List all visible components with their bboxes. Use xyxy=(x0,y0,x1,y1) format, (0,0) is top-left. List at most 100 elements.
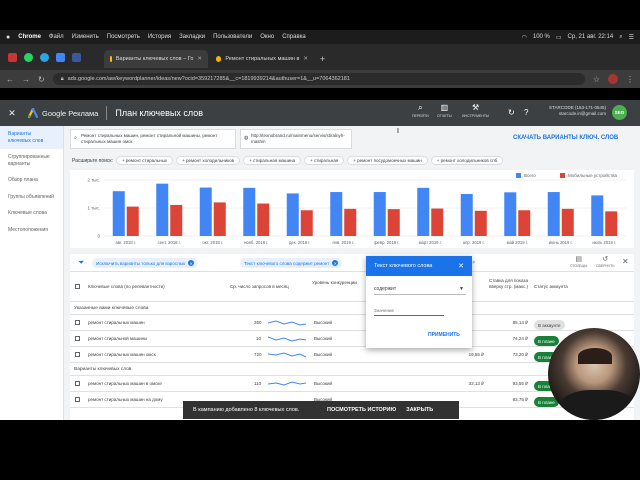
row-checkbox[interactable] xyxy=(75,397,80,402)
bar-total[interactable] xyxy=(417,187,430,236)
suggestion-chip[interactable]: + ремонт посудомоечных машин xyxy=(347,156,428,165)
reports-button[interactable]: ▥ ОТЧЕТЫ xyxy=(437,103,452,118)
close-tab-icon[interactable]: ✕ xyxy=(197,56,202,62)
help-icon[interactable]: ? xyxy=(524,108,528,117)
tab-repair-site[interactable]: Ремонт стиральных машин в ✕ xyxy=(210,50,314,68)
profile-avatar[interactable] xyxy=(608,74,618,84)
row-checkbox[interactable] xyxy=(75,336,80,341)
battery-label[interactable]: 100 % xyxy=(533,34,550,40)
close-icon[interactable]: ✕ xyxy=(0,108,24,119)
bar-total[interactable] xyxy=(112,191,125,236)
forward-icon[interactable]: → xyxy=(22,75,30,84)
close-snackbar-button[interactable]: ЗАКРЫТЬ xyxy=(406,407,433,413)
row-checkbox[interactable] xyxy=(75,352,80,357)
bar-mobile[interactable] xyxy=(213,202,226,236)
bar-total[interactable] xyxy=(199,187,212,236)
row-checkbox[interactable] xyxy=(75,320,80,325)
bar-total[interactable] xyxy=(504,192,517,236)
refresh-icon[interactable]: ↻ xyxy=(508,108,515,117)
bar-total[interactable] xyxy=(286,193,299,236)
filter-icon[interactable]: ⏷ xyxy=(78,258,84,268)
clock[interactable]: Ср, 21 авг. 22:14 xyxy=(568,34,614,40)
star-icon[interactable]: ☆ xyxy=(593,75,600,84)
wifi-icon[interactable]: ◠ xyxy=(522,34,527,41)
collapse-button[interactable]: ↺ СВЕРНУТЬ xyxy=(596,256,615,268)
keywords-search-box[interactable]: ⌕ Ремонт стиральных машин, ремонт стирал… xyxy=(70,129,236,149)
apple-icon[interactable]: ● xyxy=(6,34,10,41)
bar-mobile[interactable] xyxy=(474,210,487,236)
menu-list-icon[interactable]: ☰ xyxy=(629,34,634,41)
account-info[interactable]: STARCODE (153-171-0545) starcode.in@gmai… xyxy=(540,105,606,117)
go-to-button[interactable]: ⌕ ПЕРЕЙТИ xyxy=(412,103,429,118)
operator-select[interactable]: содержит ▼ xyxy=(374,286,466,295)
sidebar-item-locations[interactable]: Местоположения xyxy=(0,222,63,239)
menu-window[interactable]: Окно xyxy=(260,34,274,40)
col-keyword[interactable]: Ключевые слова (по релевантности) xyxy=(88,284,165,290)
new-tab-icon[interactable]: + xyxy=(320,54,325,64)
more-icon[interactable]: ⋮ xyxy=(626,75,634,84)
sidebar-item-keywords[interactable]: Ключевые слова xyxy=(0,205,63,222)
menu-edit[interactable]: Изменить xyxy=(72,34,99,40)
whatsapp-icon[interactable] xyxy=(24,53,33,62)
suggestion-chip[interactable]: + стиральная машина xyxy=(243,156,302,165)
menu-view[interactable]: Посмотреть xyxy=(107,34,140,40)
reload-icon[interactable]: ↻ xyxy=(38,75,45,84)
close-tab-icon[interactable]: ✕ xyxy=(303,56,308,62)
bar-total[interactable] xyxy=(330,192,343,236)
sidebar-item-ad-groups[interactable]: Группы объявлений xyxy=(0,189,63,206)
row-checkbox[interactable] xyxy=(75,381,80,386)
pinned-tab-icon[interactable] xyxy=(8,53,17,62)
pinned-tab-icon[interactable] xyxy=(56,53,65,62)
bar-mobile[interactable] xyxy=(431,208,444,236)
bar-mobile[interactable] xyxy=(170,204,183,236)
close-popup-icon[interactable]: ✕ xyxy=(458,262,464,270)
col-searches[interactable]: Ср. число запросов в месяц xyxy=(230,284,310,290)
bar-mobile[interactable] xyxy=(344,208,357,236)
col-bid[interactable]: Ставка для показа вверху стр. (макс.) xyxy=(482,278,528,289)
back-icon[interactable]: ← xyxy=(6,75,14,84)
menu-bookmarks[interactable]: Закладки xyxy=(179,34,205,40)
sidebar-item-keyword-ideas[interactable]: Варианты ключевых слов xyxy=(0,126,63,149)
apply-button[interactable]: ПРИМЕНИТЬ xyxy=(428,332,460,338)
account-avatar[interactable]: SEO xyxy=(612,105,627,120)
view-history-button[interactable]: ПОСМОТРЕТЬ ИСТОРИЮ xyxy=(327,407,396,413)
remove-filter-icon[interactable]: ✕ xyxy=(188,260,195,266)
menu-file[interactable]: Файл xyxy=(49,34,64,40)
columns-button[interactable]: ▤ СТОЛБЦЫ xyxy=(570,256,587,268)
suggestion-chip[interactable]: + стиральная xyxy=(304,156,345,165)
battery-icon[interactable]: ▭ xyxy=(556,34,562,41)
bar-mobile[interactable] xyxy=(257,203,270,236)
bar-mobile[interactable] xyxy=(518,210,531,236)
close-icon[interactable]: ✕ xyxy=(622,257,629,266)
telegram-icon[interactable] xyxy=(40,53,49,62)
remove-filter-icon[interactable]: ✕ xyxy=(332,260,339,266)
menu-app-name[interactable]: Chrome xyxy=(18,34,41,40)
bar-total[interactable] xyxy=(373,192,386,236)
table-row[interactable]: ремонт стиральных машин 260 Высокий 85,1… xyxy=(70,315,634,331)
filter-chip-keyword-text[interactable]: Текст ключевого слова содержит ремонт ✕ xyxy=(240,258,343,268)
col-status[interactable]: Статус аккаунта xyxy=(534,284,568,290)
suggestion-chip[interactable]: + ремонт холодильников xyxy=(176,156,241,165)
bar-total[interactable] xyxy=(156,183,169,236)
bar-mobile[interactable] xyxy=(561,208,574,236)
bar-total[interactable] xyxy=(460,194,473,236)
suggestion-chip[interactable]: + ремонт холодильников спб xyxy=(430,156,504,165)
bar-mobile[interactable] xyxy=(605,211,618,236)
search-icon[interactable]: ⌕ xyxy=(619,34,622,41)
bar-total[interactable] xyxy=(243,187,256,236)
filter-chip-adult[interactable]: Исключить варианты только для взрослых ✕ xyxy=(92,258,199,268)
pinned-tab-icon[interactable] xyxy=(72,53,81,62)
value-input[interactable] xyxy=(374,308,444,316)
bar-mobile[interactable] xyxy=(387,209,400,236)
table-row[interactable]: ремонт стиральной машины 10 Высокий 74,2… xyxy=(70,331,634,347)
bar-total[interactable] xyxy=(591,195,604,236)
bar-mobile[interactable] xyxy=(300,210,313,236)
address-bar[interactable]: 🔒︎ ads.google.com/aw/keywordplanner/idea… xyxy=(52,73,585,85)
select-all-checkbox[interactable] xyxy=(75,284,80,289)
menu-people[interactable]: Пользователи xyxy=(213,34,252,40)
tab-keyword-ideas[interactable]: Варианты ключевых слов – Го ✕ xyxy=(104,50,208,68)
site-url-box[interactable]: ◍ http://texnobrand.ru/mainmenu/servis/s… xyxy=(240,129,352,149)
download-keyword-ideas-button[interactable]: СКАЧАТЬ ВАРИАНТЫ КЛЮЧ. СЛОВ xyxy=(513,135,618,141)
bar-total[interactable] xyxy=(547,192,560,236)
col-competition[interactable]: Уровень конкуренции xyxy=(312,280,362,286)
